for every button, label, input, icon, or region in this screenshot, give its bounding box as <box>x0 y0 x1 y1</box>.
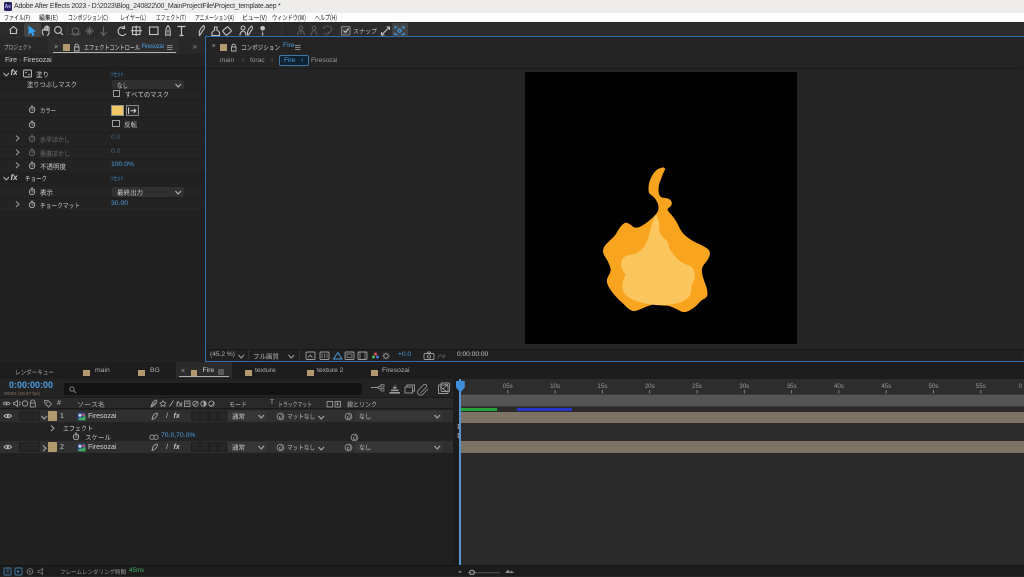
svg-text:35s: 35s <box>787 383 797 390</box>
svg-text:30s: 30s <box>739 383 749 390</box>
svg-text:55s: 55s <box>976 383 986 390</box>
svg-text:0: 0 <box>1019 383 1023 390</box>
svg-text:50s: 50s <box>929 383 939 390</box>
svg-text:05s: 05s <box>503 383 513 390</box>
svg-text:20s: 20s <box>645 383 655 390</box>
svg-text:25s: 25s <box>692 383 702 390</box>
svg-text:45s: 45s <box>881 383 891 390</box>
svg-text:10s: 10s <box>550 383 560 390</box>
svg-text:fx: fx <box>176 399 183 408</box>
svg-text:15s: 15s <box>597 383 607 390</box>
svg-text:40s: 40s <box>834 383 844 390</box>
